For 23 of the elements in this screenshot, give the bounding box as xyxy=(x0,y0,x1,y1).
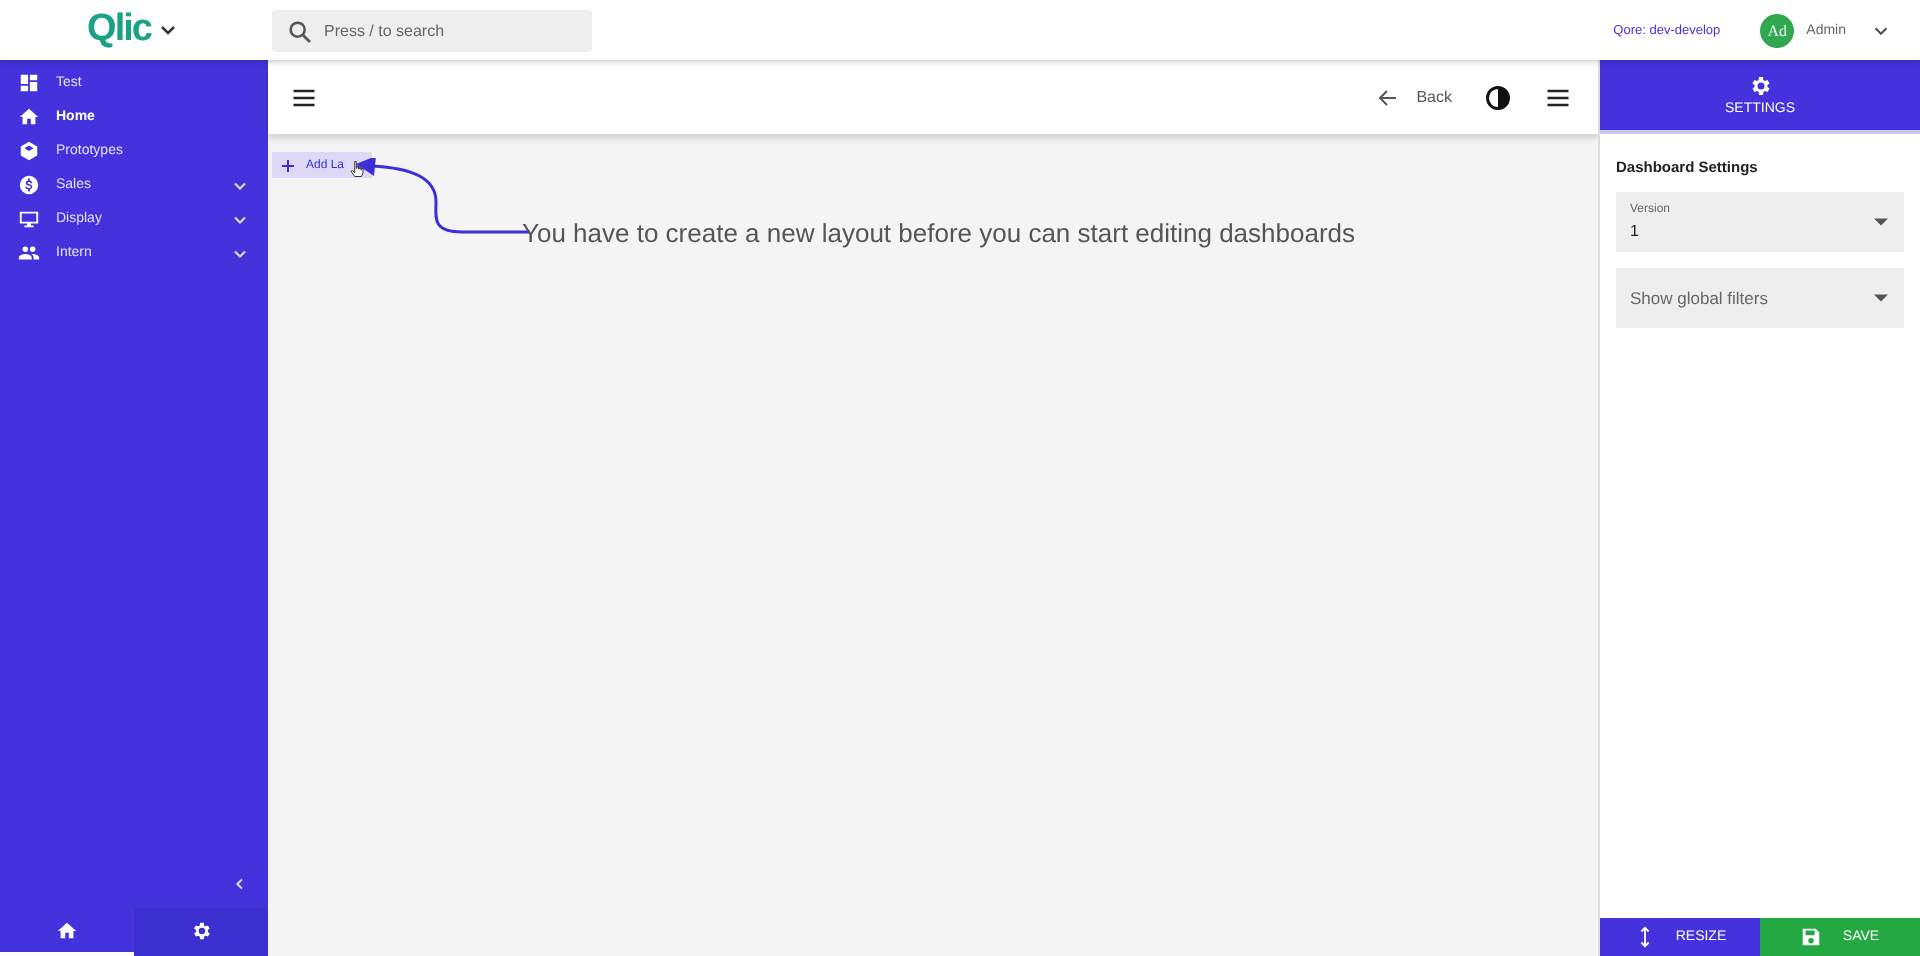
logo[interactable]: Qlic xyxy=(87,8,151,52)
search-icon xyxy=(286,17,314,45)
back-button[interactable]: Back xyxy=(1376,85,1452,109)
arrow-left-icon xyxy=(1376,85,1401,109)
search-field[interactable]: Press / to search xyxy=(272,9,592,51)
dropdown-icon xyxy=(1874,294,1888,302)
sidebar-tab[interactable] xyxy=(134,908,268,956)
cube-icon xyxy=(18,140,40,162)
dropdown-icon xyxy=(1874,218,1888,226)
dollar-icon xyxy=(18,174,40,196)
home-icon xyxy=(56,919,78,941)
filters-select[interactable]: Show global filters xyxy=(1616,268,1904,328)
settings-icon xyxy=(190,919,212,941)
settings-icon xyxy=(1748,74,1772,98)
hint-text: You have to create a new layout before you can start editing dashboards xyxy=(522,218,1356,248)
dashboard-icon xyxy=(18,72,40,94)
contrast-icon[interactable] xyxy=(1484,83,1512,111)
people-icon xyxy=(18,242,40,264)
hand-cursor-icon xyxy=(348,159,367,177)
chevron-left-icon[interactable] xyxy=(232,876,248,892)
monitor-icon xyxy=(18,208,40,230)
plus-icon xyxy=(280,157,296,173)
home-icon xyxy=(18,106,40,128)
